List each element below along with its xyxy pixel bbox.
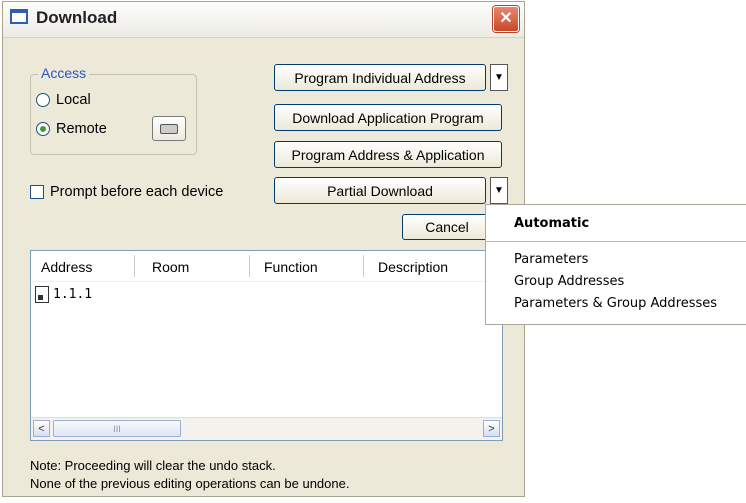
menu-separator [486, 241, 746, 242]
device-list[interactable]: Address Room Function Description 1.1.1 … [30, 250, 503, 441]
access-group [30, 74, 197, 155]
program-individual-address-dropdown[interactable]: ▼ [490, 64, 508, 91]
window-icon [10, 9, 28, 24]
local-radio[interactable] [36, 93, 50, 107]
menu-item-parameters[interactable]: Parameters [514, 252, 588, 267]
note-line-2: None of the previous editing operations … [30, 476, 350, 491]
access-legend: Access [38, 65, 90, 81]
column-divider[interactable] [363, 255, 364, 277]
menu-item-group-addresses[interactable]: Group Addresses [514, 274, 624, 289]
column-header-description[interactable]: Description [378, 259, 448, 275]
partial-download-button[interactable]: Partial Download [274, 177, 486, 204]
program-individual-address-button[interactable]: Program Individual Address [274, 64, 486, 91]
partial-download-menu: Automatic Parameters Group Addresses Par… [485, 204, 746, 325]
local-radio-option[interactable]: Local [36, 92, 91, 108]
remote-radio-option[interactable]: Remote [36, 121, 107, 137]
connection-settings-button[interactable] [152, 116, 186, 141]
serial-port-icon [160, 123, 178, 134]
column-header-address[interactable]: Address [41, 259, 92, 275]
column-divider[interactable] [134, 255, 135, 277]
cancel-button[interactable]: Cancel [402, 214, 492, 240]
remote-label: Remote [56, 121, 107, 137]
remote-radio[interactable] [36, 122, 50, 136]
menu-item-automatic[interactable]: Automatic [514, 216, 589, 231]
horizontal-scrollbar[interactable]: < III > [31, 417, 502, 440]
menu-item-parameters-group-addresses[interactable]: Parameters & Group Addresses [514, 296, 717, 311]
prompt-label: Prompt before each device [50, 184, 224, 200]
download-application-program-button[interactable]: Download Application Program [274, 104, 502, 131]
column-header-room[interactable]: Room [152, 259, 189, 275]
row-address: 1.1.1 [53, 287, 93, 302]
partial-download-dropdown[interactable]: ▼ [490, 177, 508, 204]
title-bar: Download ✕ [3, 2, 524, 38]
note-line-1: Note: Proceeding will clear the undo sta… [30, 458, 276, 473]
local-label: Local [56, 92, 91, 108]
column-header-function[interactable]: Function [264, 259, 318, 275]
column-divider[interactable] [249, 255, 250, 277]
device-icon [35, 286, 49, 303]
scroll-right-button[interactable]: > [483, 420, 500, 437]
scroll-left-button[interactable]: < [33, 420, 50, 437]
scroll-thumb[interactable]: III [53, 420, 181, 437]
chevron-down-icon: ▼ [494, 72, 504, 83]
chevron-down-icon: ▼ [494, 185, 504, 196]
list-header: Address Room Function Description [31, 251, 502, 282]
table-row[interactable]: 1.1.1 [35, 286, 92, 303]
window-title: Download [36, 8, 118, 27]
close-button[interactable]: ✕ [493, 6, 519, 32]
prompt-before-device-option[interactable]: Prompt before each device [30, 184, 223, 200]
prompt-checkbox[interactable] [30, 185, 44, 199]
program-address-application-button[interactable]: Program Address & Application [274, 141, 502, 168]
